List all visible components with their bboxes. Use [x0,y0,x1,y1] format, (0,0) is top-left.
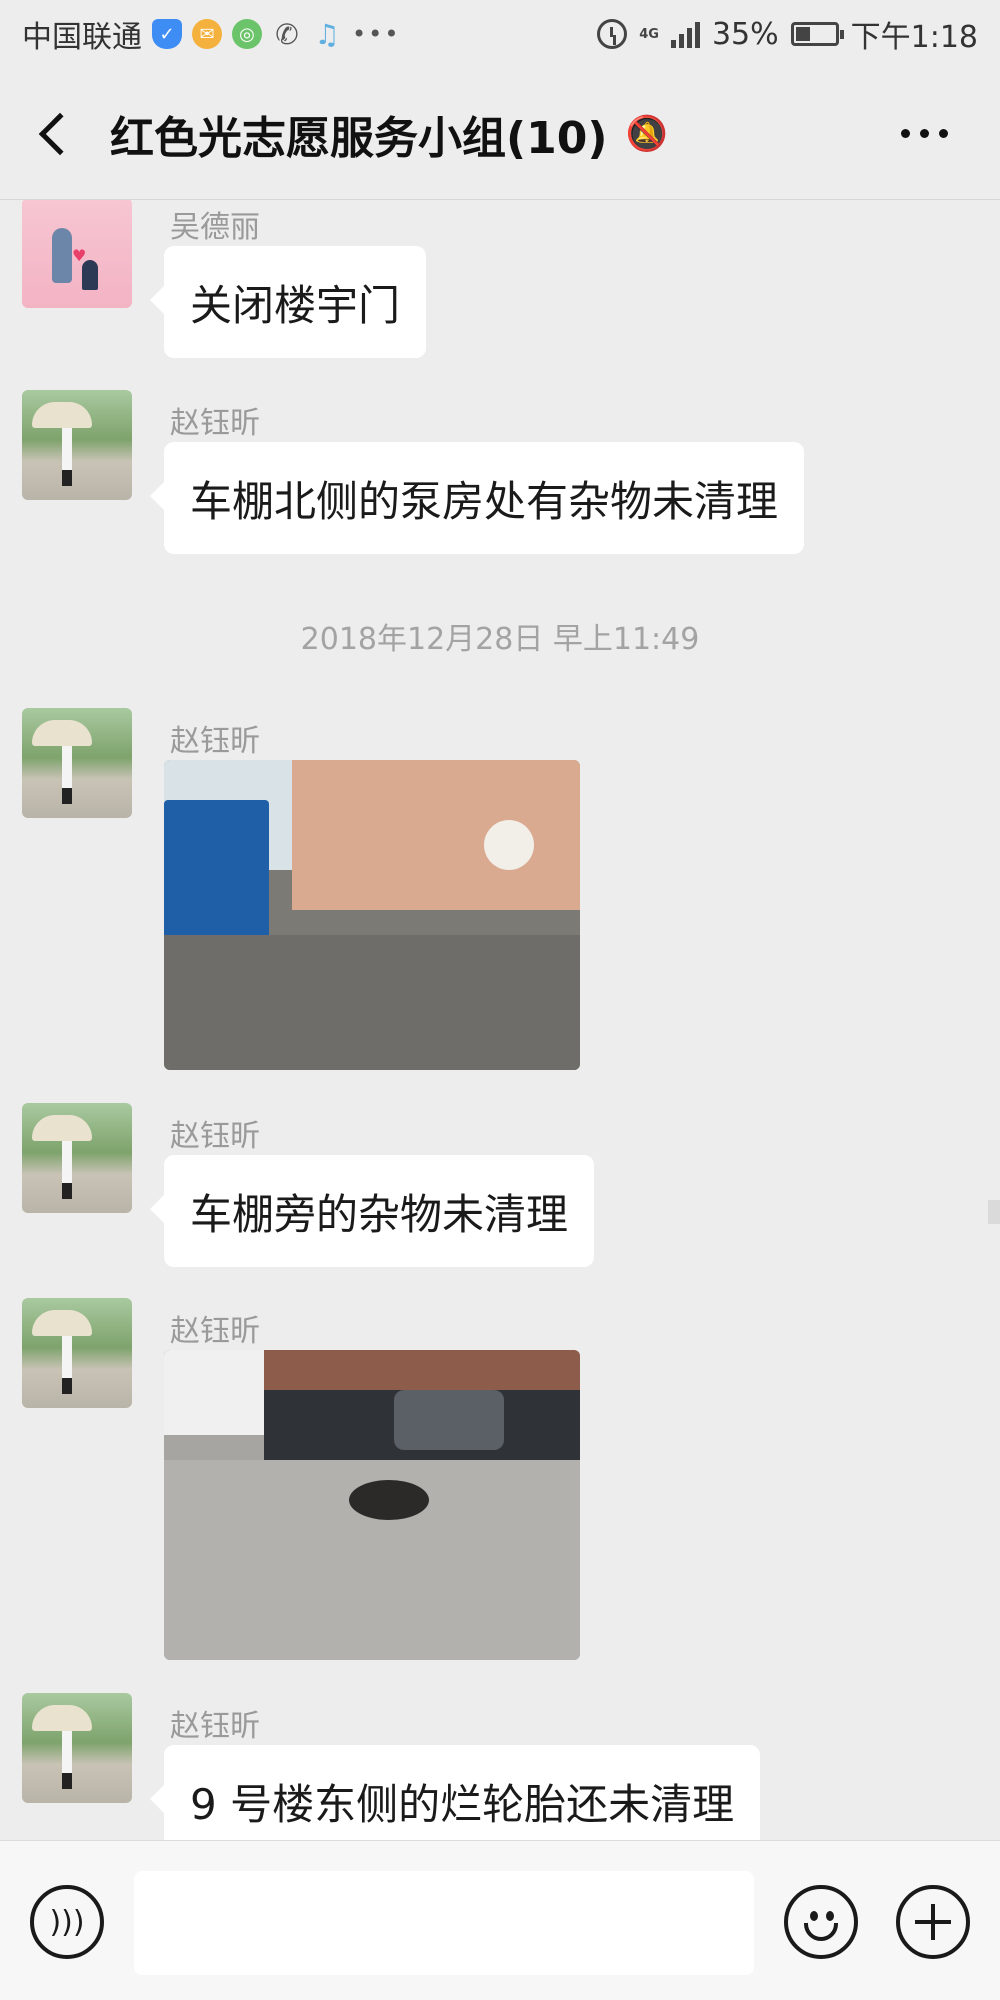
signal-icon [670,20,700,48]
image-message[interactable] [164,760,580,1070]
avatar[interactable] [22,1693,132,1803]
avatar[interactable] [22,390,132,500]
dot-icon [901,129,910,138]
dot-icon [939,129,948,138]
mute-bell-icon: 🔕 [625,113,668,154]
image-message[interactable] [164,1350,580,1660]
umbrella-shape [32,720,92,746]
chevron-left-icon [38,112,82,155]
chat-title: 红色光志愿服务小组(10) [110,112,608,164]
smiley-icon [826,1911,834,1921]
umbrella-shape [32,1115,92,1141]
mail-icon: ✉ [192,19,222,49]
battery-icon [790,22,844,46]
more-dots-icon: ••• [352,20,401,48]
avatar[interactable] [22,1298,132,1408]
sender-name: 吴德丽 [170,210,260,245]
status-left: 中国联通 ✓ ✉ ◎ ✆ ♫ ••• [22,12,400,56]
photo-wall [292,760,580,910]
photo-ground [164,935,580,1070]
photo-car [394,1390,504,1450]
person-shape [62,746,72,804]
more-functions-button[interactable] [896,1885,970,1959]
chat-header: 红色光志愿服务小组(10) 🔕 [0,68,1000,200]
avatar[interactable] [22,1103,132,1213]
voice-input-button[interactable]: ))) [30,1885,104,1959]
message-input[interactable] [134,1871,754,1975]
dot-icon [920,129,929,138]
message-bubble[interactable]: 9 号楼东侧的烂轮胎还未清理 [149,1745,761,1840]
umbrella-shape [32,402,92,428]
wechat-icon: ✆ [275,17,299,51]
smiley-icon [804,1923,838,1941]
scrollbar[interactable] [988,1200,1000,1224]
avatar[interactable] [22,708,132,818]
photo-building [164,1350,264,1435]
avatar-figure [82,260,98,290]
back-button[interactable] [0,68,110,200]
carrier-label: 中国联通 [22,20,142,55]
app-icon: ◎ [232,19,262,49]
message-bubble[interactable]: 车棚旁的杂物未清理 [149,1155,595,1267]
timestamp-divider: 2018年12月28日 早上11:49 [300,622,700,657]
shield-icon: ✓ [152,19,182,49]
voice-icon: ))) [49,1904,85,1940]
photo-truck [164,800,269,950]
bell-icon: ♫ [314,17,340,51]
status-bar: 中国联通 ✓ ✉ ◎ ✆ ♫ ••• 4G 35% 下午1:18 [0,0,1000,68]
network-type: 4G [639,26,659,42]
smiley-icon [810,1911,818,1921]
input-bar: ))) [0,1840,1000,2000]
sender-name: 赵钰昕 [170,724,260,759]
message-list[interactable]: ♥ 吴德丽 关闭楼宇门 赵钰昕 车棚北侧的泵房处有杂物未清理 2018年12月2… [0,200,1000,1840]
sender-name: 赵钰昕 [170,1709,260,1744]
alarm-icon [597,19,628,49]
sender-name: 赵钰昕 [170,1314,260,1349]
person-shape [62,1336,72,1394]
status-right: 4G 35% 下午1:18 [597,12,978,56]
umbrella-shape [32,1705,92,1731]
clock: 下午1:18 [850,20,978,55]
person-shape [62,1731,72,1789]
message-bubble[interactable]: 关闭楼宇门 [149,246,427,358]
photo-light [484,820,534,870]
person-shape [62,428,72,486]
battery-percent: 35% [711,16,779,52]
plus-icon [931,1904,935,1940]
sender-name: 赵钰昕 [170,406,260,441]
message-bubble[interactable]: 车棚北侧的泵房处有杂物未清理 [149,442,805,554]
avatar[interactable]: ♥ [22,200,132,308]
avatar-figure [52,228,72,283]
sender-name: 赵钰昕 [170,1119,260,1154]
umbrella-shape [32,1310,92,1336]
person-shape [62,1141,72,1199]
emoji-button[interactable] [784,1885,858,1959]
more-options-button[interactable] [901,129,948,138]
photo-tire [349,1480,429,1520]
